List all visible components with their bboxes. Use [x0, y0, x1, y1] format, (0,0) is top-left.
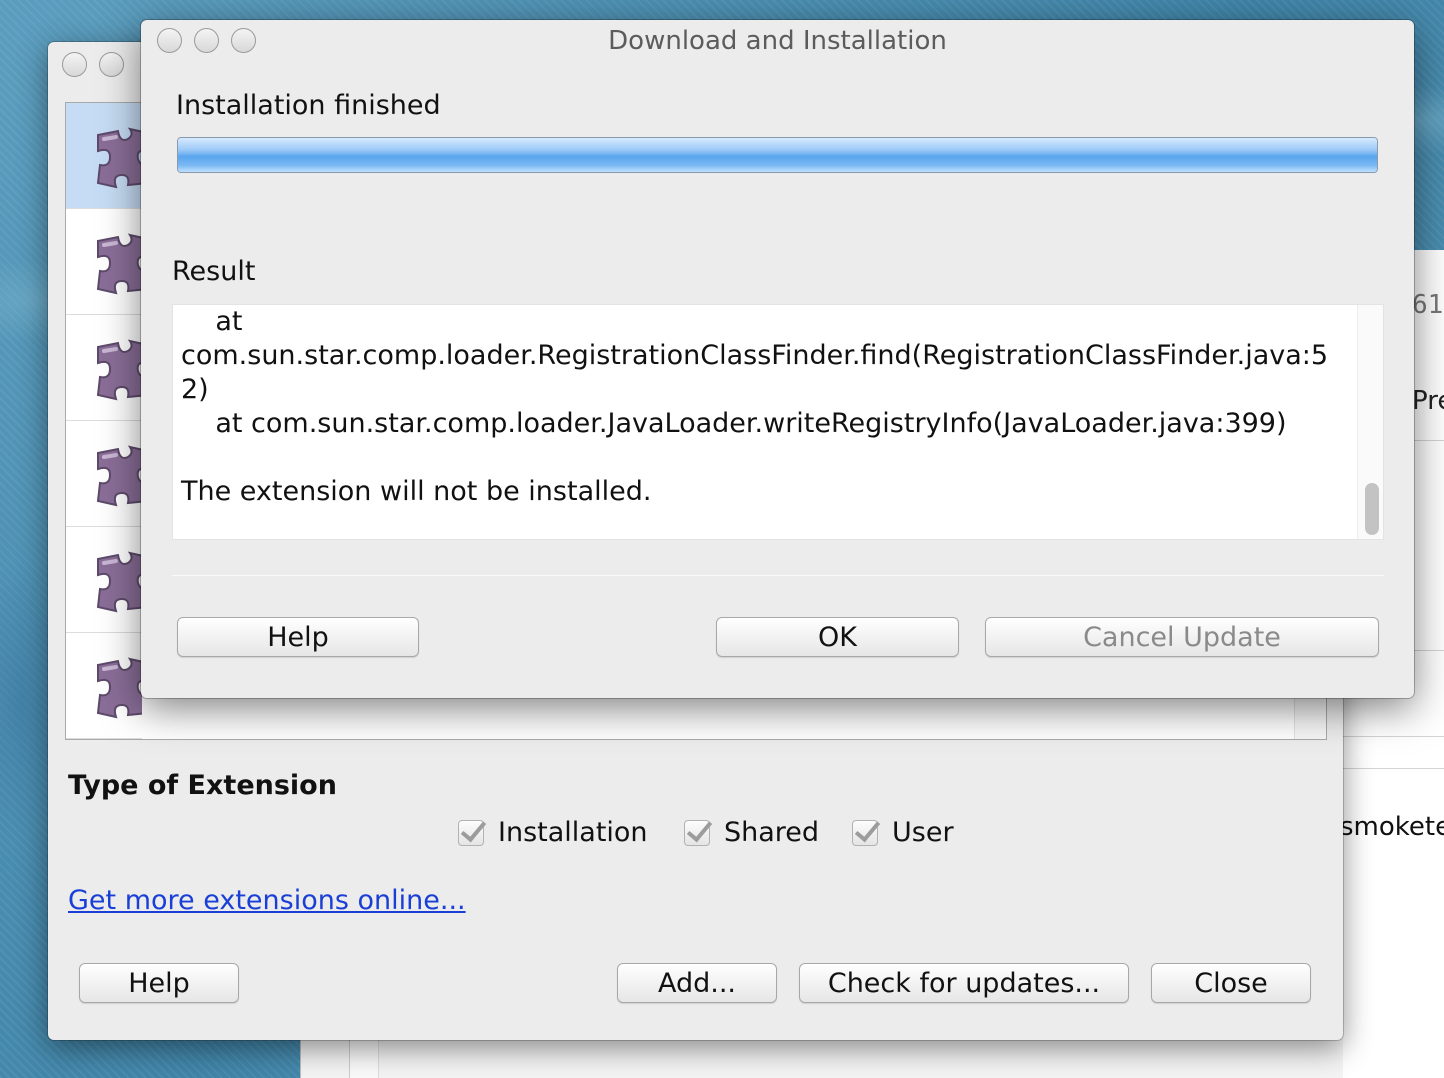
result-text-area[interactable]: at com.sun.star.comp.loader.Registration…	[172, 304, 1384, 540]
dialog-separator	[172, 575, 1384, 576]
filter-label: User	[892, 817, 954, 848]
filter-label: Installation	[498, 817, 648, 848]
extension-row[interactable]	[66, 527, 142, 633]
puzzle-piece-icon	[96, 551, 142, 613]
status-label: Installation finished	[176, 90, 441, 121]
puzzle-piece-icon	[96, 127, 142, 189]
result-text: at com.sun.star.comp.loader.Registration…	[181, 306, 1329, 507]
filter-shared[interactable]: Shared	[684, 817, 819, 848]
extension-row[interactable]	[66, 103, 142, 209]
progress-bar	[177, 137, 1378, 173]
checkbox-icon[interactable]	[684, 819, 710, 846]
background-divider	[1342, 736, 1444, 737]
check-for-updates-button[interactable]: Check for updates...	[799, 963, 1129, 1003]
get-more-extensions-link[interactable]: Get more extensions online...	[68, 885, 466, 916]
help-button[interactable]: Help	[79, 963, 239, 1003]
cancel-update-button: Cancel Update	[985, 617, 1379, 657]
type-of-extension-title: Type of Extension	[68, 770, 337, 801]
ok-button[interactable]: OK	[716, 617, 959, 657]
close-window-icon[interactable]	[62, 52, 87, 77]
checkbox-icon[interactable]	[458, 819, 484, 846]
dialog-help-button[interactable]: Help	[177, 617, 419, 657]
dialog-title: Download and Installation	[608, 26, 947, 56]
window-controls	[62, 52, 124, 77]
progress-fill	[178, 138, 1377, 172]
extension-row[interactable]	[66, 633, 142, 739]
filter-user[interactable]: User	[852, 817, 954, 848]
add-button[interactable]: Add...	[617, 963, 777, 1003]
result-label: Result	[172, 256, 256, 287]
scrollbar-thumb[interactable]	[1365, 483, 1379, 535]
extension-row[interactable]	[66, 315, 142, 421]
download-installation-dialog: Download and Installation Installation f…	[141, 20, 1414, 698]
minimize-window-icon[interactable]	[99, 52, 124, 77]
puzzle-piece-icon	[96, 233, 142, 295]
background-fragment-text: smokete	[1340, 812, 1444, 842]
extension-row[interactable]	[66, 421, 142, 527]
checkbox-icon[interactable]	[852, 819, 878, 846]
puzzle-piece-icon	[96, 657, 142, 719]
puzzle-piece-icon	[96, 339, 142, 401]
puzzle-piece-icon	[96, 445, 142, 507]
close-button[interactable]: Close	[1151, 963, 1311, 1003]
filter-installation[interactable]: Installation	[458, 817, 648, 848]
background-fragment-button: Pre	[1410, 386, 1444, 416]
extension-row[interactable]	[66, 209, 142, 315]
background-fragment-number: 61	[1412, 290, 1444, 320]
background-divider	[1342, 768, 1444, 769]
result-scrollbar[interactable]	[1357, 305, 1383, 539]
filter-label: Shared	[724, 817, 820, 848]
